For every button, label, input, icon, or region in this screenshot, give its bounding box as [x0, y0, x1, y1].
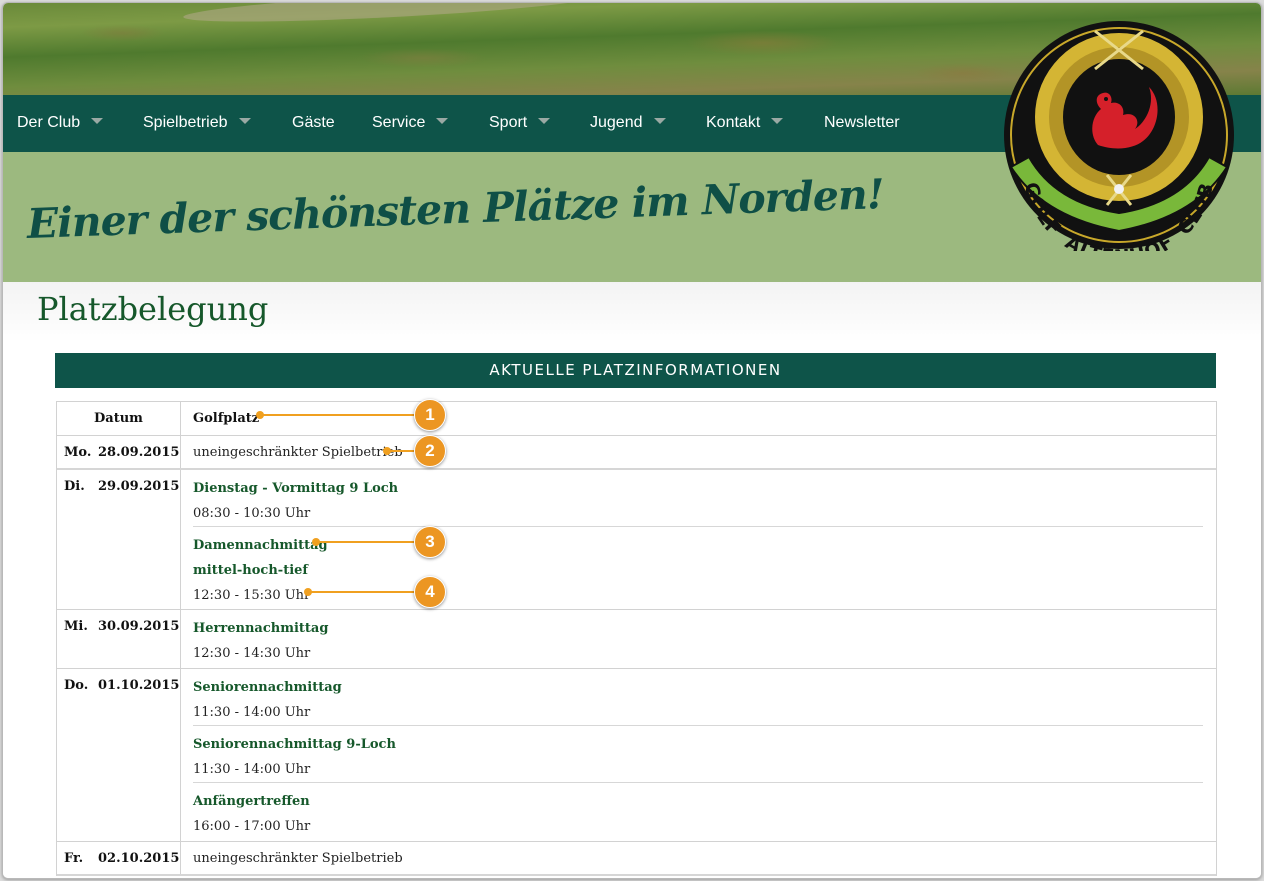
weekday: Do.	[64, 678, 89, 693]
nav-item-newsletter[interactable]: Newsletter	[824, 95, 900, 152]
date-cell: Mo. 28.09.2015	[57, 436, 181, 468]
callout-badge-4: 4	[414, 576, 446, 608]
event-entry: Seniorennachmittag 11:30 - 14:00 Uhr	[193, 669, 1203, 726]
nav-item-label: Service	[372, 114, 426, 131]
event-entry: Seniorennachmittag 9-Loch 11:30 - 14:00 …	[193, 726, 1203, 783]
hero-path-shape	[182, 3, 604, 28]
event-time: 16:00 - 17:00 Uhr	[193, 819, 311, 834]
date-cell: Fr. 02.10.2015	[57, 842, 181, 874]
weekday: Di.	[64, 479, 85, 494]
nav-item-label: Jugend	[590, 114, 643, 131]
date: 30.09.2015	[98, 619, 180, 634]
event-entry: Dienstag - Vormittag 9 Loch 08:30 - 10:3…	[193, 470, 1203, 527]
nav-item-sport[interactable]: Sport	[489, 95, 551, 152]
status-text: uneingeschränkter Spielbetrieb	[193, 445, 403, 460]
table-row: Mo. 28.09.2015 uneingeschränkter Spielbet…	[57, 436, 1216, 470]
event-title[interactable]: Herrennachmittag	[193, 616, 1203, 641]
event-title[interactable]: Dienstag - Vormittag 9 Loch	[193, 476, 1203, 501]
chevron-down-icon	[238, 117, 251, 124]
callout-line	[261, 414, 417, 416]
table-header-row: Datum Golfplatz	[57, 402, 1216, 436]
nav-item-label: Der Club	[17, 114, 81, 131]
slogan-text: Einer der schönsten Plätze im Norden!	[26, 170, 885, 248]
column-header-date: Datum	[57, 402, 181, 435]
nav-item-label: Spielbetrieb	[143, 114, 228, 131]
chevron-down-icon	[91, 117, 104, 124]
weekday: Fr.	[64, 851, 84, 866]
table-row: Fr. 02.10.2015 uneingeschränkter Spielbet…	[57, 842, 1216, 876]
date-cell: Mi. 30.09.2015	[57, 610, 181, 668]
nav-item-label: Kontakt	[706, 114, 761, 131]
event-time: 12:30 - 14:30 Uhr	[193, 646, 311, 661]
callout-line	[317, 541, 417, 543]
event-title[interactable]: Seniorennachmittag	[193, 675, 1203, 700]
date: 29.09.2015	[98, 479, 180, 494]
chevron-down-icon	[436, 117, 449, 124]
event-entry: Anfängertreffen 16:00 - 17:00 Uhr	[193, 783, 1203, 841]
event-title[interactable]: Damennachmittag	[193, 533, 1203, 558]
table-section-header: AKTUELLE PLATZINFORMATIONEN	[55, 353, 1216, 388]
chevron-down-icon	[653, 117, 666, 124]
event-entry: Herrennachmittag 12:30 - 14:30 Uhr	[193, 610, 1203, 671]
nav-item-label: Newsletter	[824, 114, 900, 131]
date-cell: Do. 01.10.2015	[57, 669, 181, 841]
date-cell: Di. 29.09.2015	[57, 470, 181, 609]
callout-badge-1: 1	[414, 399, 446, 431]
nav-item-label: Gäste	[292, 114, 335, 131]
golf-club-altenhof-logo[interactable]: GOLF ALTENHOF CLUB	[1003, 17, 1235, 251]
weekday: Mi.	[64, 619, 88, 634]
course-schedule-table: Datum Golfplatz Mo. 28.09.2015 uneingesch…	[56, 401, 1217, 876]
event-title[interactable]: Anfängertreffen	[193, 789, 1203, 814]
nav-item-service[interactable]: Service	[372, 95, 449, 152]
table-row: Di. 29.09.2015 Dienstag - Vormittag 9 Loc…	[57, 470, 1216, 610]
nav-item-gaeste[interactable]: Gäste	[292, 95, 335, 152]
nav-item-spielbetrieb[interactable]: Spielbetrieb	[143, 95, 251, 152]
browser-frame: Der Club Spielbetrieb Gäste Service Spor…	[2, 2, 1262, 879]
main-content: Platzbelegung AKTUELLE PLATZINFORMATIONE…	[3, 282, 1261, 878]
nav-item-der-club[interactable]: Der Club	[17, 95, 104, 152]
date: 01.10.2015	[98, 678, 180, 693]
event-time: 12:30 - 15:30 Uhr	[193, 588, 311, 603]
page-title: Platzbelegung	[37, 290, 269, 328]
callout-line	[309, 591, 417, 593]
callout-badge-2: 2	[414, 435, 446, 467]
chevron-down-icon	[538, 117, 551, 124]
nav-item-jugend[interactable]: Jugend	[590, 95, 666, 152]
date: 28.09.2015	[98, 445, 180, 460]
nav-item-label: Sport	[489, 114, 528, 131]
callout-line	[388, 450, 416, 452]
table-row: Mi. 30.09.2015 Herrennachmittag 12:30 - 1…	[57, 610, 1216, 669]
nav-item-kontakt[interactable]: Kontakt	[706, 95, 784, 152]
table-row: Do. 01.10.2015 Seniorennachmittag 11:30 -…	[57, 669, 1216, 842]
event-subtitle[interactable]: mittel-hoch-tief	[193, 558, 1203, 583]
status-text: uneingeschränkter Spielbetrieb	[193, 851, 403, 866]
date: 02.10.2015	[98, 851, 180, 866]
chevron-down-icon	[771, 117, 784, 124]
weekday: Mo.	[64, 445, 92, 460]
callout-badge-3: 3	[414, 526, 446, 558]
event-title[interactable]: Seniorennachmittag 9-Loch	[193, 732, 1203, 757]
event-entry: Damennachmittag mittel-hoch-tief 12:30 -…	[193, 527, 1203, 609]
